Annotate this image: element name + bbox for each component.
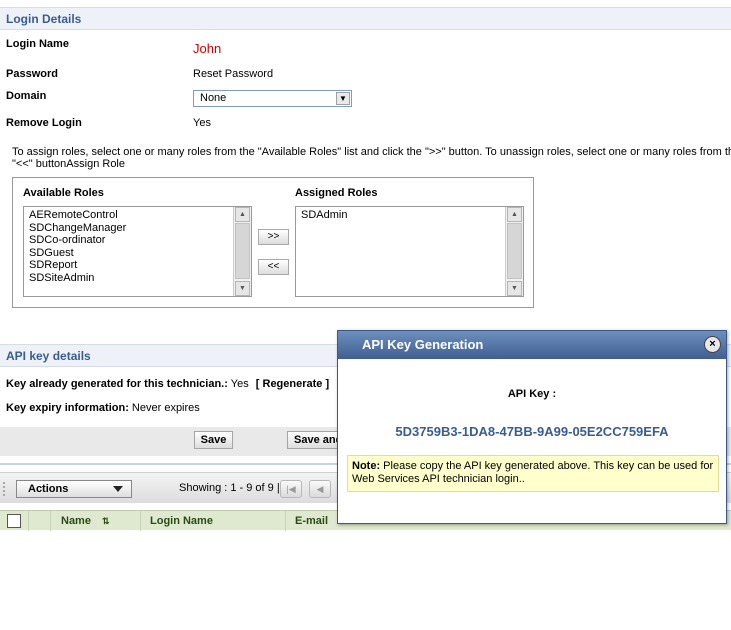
scroll-down-icon[interactable]: ▼ [235,281,250,296]
remove-login-value: Yes [193,117,211,129]
instruction-line-2: "<<" buttonAssign Role [12,158,125,170]
login-name-label: Login Name [6,38,69,50]
first-page-icon[interactable]: |◀ [280,480,302,498]
chevron-down-icon [113,486,123,492]
select-all-checkbox[interactable] [7,514,21,528]
key-generated-row: Key already generated for this technicia… [6,378,329,390]
remove-login-label: Remove Login [6,117,82,129]
assign-roles-instruction: To assign roles, select one or many role… [12,146,731,170]
password-label: Password [6,68,58,80]
chevron-down-icon[interactable]: ▼ [336,92,350,105]
list-item[interactable]: SDSiteAdmin [29,272,246,285]
sort-icon[interactable]: ⇅ [102,516,110,526]
prev-page-icon[interactable]: ◀ [309,480,331,498]
login-details-header: Login Details [0,7,731,30]
reset-password-link[interactable]: Reset Password [193,68,273,80]
column-separator [285,511,286,531]
list-item[interactable]: SDReport [29,259,246,272]
api-key-note: Note: Please copy the API key generated … [347,455,719,492]
available-roles-label: Available Roles [23,187,104,199]
assigned-roles-scrollbar[interactable]: ▲ ▼ [505,207,523,296]
roles-panel: Available Roles Assigned Roles AERemoteC… [12,177,534,308]
domain-select[interactable]: None ▼ [193,90,352,107]
actions-dropdown[interactable]: Actions [16,480,132,498]
column-header-email[interactable]: E-mail [295,511,328,531]
assigned-roles-list[interactable]: SDAdmin ▲ ▼ [295,206,524,297]
api-key-value: 5D3759B3-1DA8-47BB-9A99-05E2CC759EFA [395,424,669,439]
api-key-generation-dialog: API Key Generation × API Key : 5D3759B3-… [337,330,727,524]
dialog-title: API Key Generation [338,331,726,359]
column-header-login-name[interactable]: Login Name [150,511,213,531]
key-expiry-label: Key expiry information: [6,402,129,414]
actions-label: Actions [28,483,69,495]
api-key-label: API Key : [507,388,557,400]
scroll-down-icon[interactable]: ▼ [507,281,522,296]
column-separator [140,511,141,531]
column-header-name-label: Name [61,515,91,527]
key-generated-label: Key already generated for this technicia… [6,378,228,390]
scrollbar-track[interactable] [507,223,522,279]
list-item[interactable]: AERemoteControl [29,209,246,222]
domain-label: Domain [6,90,47,102]
key-expiry-row: Key expiry information: Never expires [6,402,200,414]
list-item[interactable]: SDAdmin [301,209,518,222]
pagination-info: Showing : 1 - 9 of 9 | [179,482,280,494]
available-roles-scrollbar[interactable]: ▲ ▼ [233,207,251,296]
note-label: Note: [352,460,381,472]
domain-select-value: None [200,92,227,104]
unassign-role-button[interactable]: << [258,259,289,275]
list-item[interactable]: SDGuest [29,247,246,260]
list-item[interactable]: SDCo-ordinator [29,234,246,247]
assign-role-button[interactable]: >> [258,229,289,245]
scroll-up-icon[interactable]: ▲ [235,207,250,222]
note-text: Please copy the API key generated above.… [352,460,714,485]
key-expiry-value: Never expires [131,402,200,414]
available-roles-list[interactable]: AERemoteControl SDChangeManager SDCo-ord… [23,206,252,297]
key-generated-value: Yes [230,378,249,390]
instruction-line-1: To assign roles, select one or many role… [12,146,731,158]
close-icon[interactable]: × [704,336,721,353]
column-separator [50,511,51,531]
list-item[interactable]: SDChangeManager [29,222,246,235]
column-header-name[interactable]: Name ⇅ [61,511,110,531]
grip-handle[interactable] [3,482,5,496]
save-button[interactable]: Save [194,431,233,449]
scroll-up-icon[interactable]: ▲ [507,207,522,222]
login-name-value: John [193,41,222,56]
assigned-roles-label: Assigned Roles [295,187,378,199]
scrollbar-track[interactable] [235,223,250,279]
column-separator [28,511,29,531]
regenerate-link[interactable]: [ Regenerate ] [256,378,329,390]
